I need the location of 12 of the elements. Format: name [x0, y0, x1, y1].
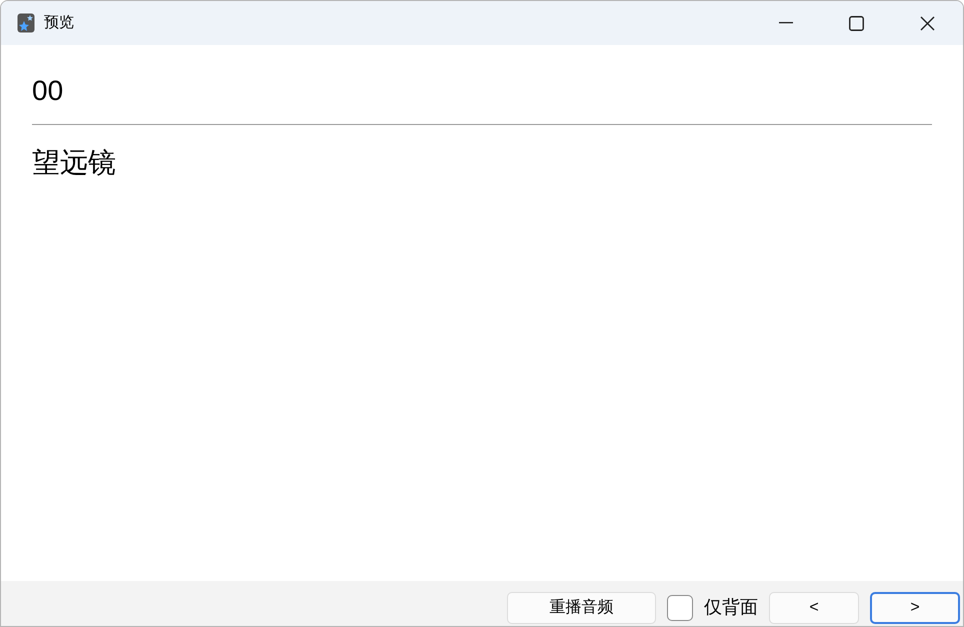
replay-audio-button[interactable]: 重播音频: [507, 592, 656, 624]
window-title: 预览: [44, 12, 74, 33]
close-icon: [920, 16, 934, 30]
next-button[interactable]: >: [870, 592, 960, 624]
back-only-checkbox[interactable]: [667, 594, 693, 620]
minimize-icon: [779, 22, 793, 24]
card-back-text: 望远镜: [32, 146, 117, 180]
card-front-text: 00: [32, 74, 64, 108]
back-only-label: 仅背面: [704, 596, 758, 619]
previous-button[interactable]: <: [769, 592, 859, 624]
maximize-icon: [848, 16, 864, 30]
app-icon: [17, 13, 35, 33]
